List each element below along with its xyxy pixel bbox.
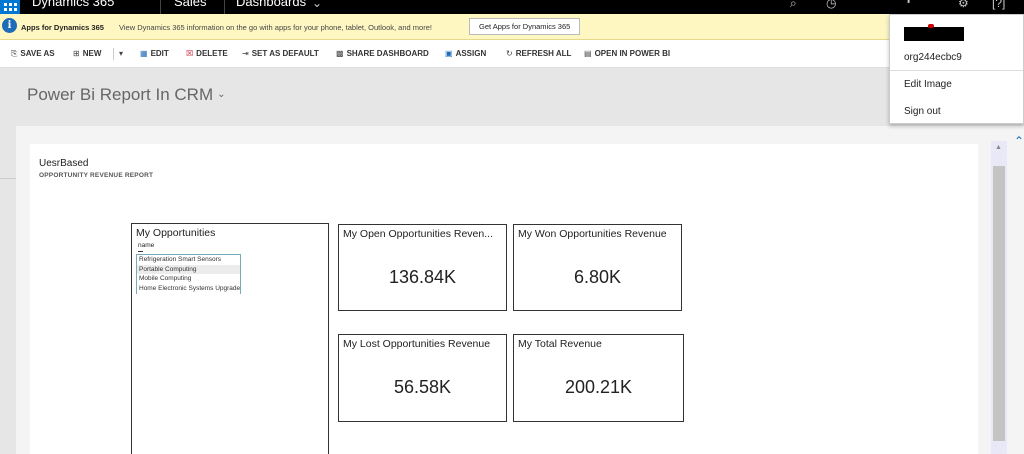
share-dashboard-button[interactable]: ▩ SHARE DASHBOARD: [336, 49, 429, 58]
chevron-down-icon: ▾: [119, 49, 124, 58]
divider: [0, 178, 16, 179]
card-value: 56.58K: [393, 377, 452, 397]
assign-icon: ▣: [445, 49, 453, 58]
save-as-label: SAVE AS: [20, 49, 55, 58]
chevron-up-icon[interactable]: ⌃: [1014, 134, 1024, 148]
set-default-button[interactable]: ⇥ SET AS DEFAULT: [242, 49, 319, 58]
area-name[interactable]: Dashboards: [236, 0, 306, 9]
nav-divider: [160, 0, 161, 14]
toolbar-divider: [113, 48, 114, 60]
assign-button[interactable]: ▣ ASSIGN: [445, 49, 486, 58]
new-label: NEW: [82, 49, 102, 58]
card-value: 6.80K: [573, 267, 622, 287]
card-value: 136.84K: [388, 267, 457, 287]
notification-title: Apps for Dynamics 365: [21, 23, 104, 32]
slicer-item[interactable]: Home Electronic Systems Upgrade: [137, 284, 240, 294]
slicer-item[interactable]: Portable Computing: [137, 264, 240, 274]
save-as-button[interactable]: ⎘ SAVE AS: [11, 49, 55, 59]
menu-divider: [890, 70, 1023, 71]
vertical-scrollbar[interactable]: ▲: [991, 141, 1007, 454]
user-menu: org244ecbc9 Edit Image Sign out: [889, 14, 1024, 124]
slicer-column-header: name: [138, 242, 155, 249]
open-powerbi-label: OPEN IN POWER BI: [594, 49, 671, 58]
save-as-icon: ⎘: [11, 49, 18, 58]
avatar: [928, 24, 934, 28]
chevron-down-icon[interactable]: ⌄: [312, 0, 322, 10]
new-icon: ⊞: [73, 49, 80, 58]
get-apps-button[interactable]: Get Apps for Dynamics 365: [469, 18, 581, 35]
new-button[interactable]: ⊞ NEW: [73, 49, 101, 58]
nav-divider: [224, 0, 225, 14]
refresh-all-button[interactable]: ↻ REFRESH ALL: [506, 49, 571, 58]
lost-revenue-card[interactable]: My Lost Opportunities Revenue 56.58K: [338, 334, 507, 422]
delete-icon: ☒: [186, 49, 194, 58]
info-icon: i: [2, 18, 17, 33]
edit-image-menu-item[interactable]: Edit Image: [904, 79, 952, 90]
pin-icon: ⇥: [242, 49, 249, 58]
scroll-up-icon[interactable]: ▲: [995, 144, 1002, 151]
card-title: My Total Revenue: [518, 338, 602, 350]
total-revenue-card[interactable]: My Total Revenue 200.21K: [513, 334, 684, 422]
share-label: SHARE DASHBOARD: [346, 49, 429, 58]
notification-message: View Dynamics 365 information on the go …: [119, 23, 432, 32]
chevron-down-icon: ⌄: [217, 89, 226, 100]
sort-indicator: [138, 251, 143, 252]
open-revenue-card[interactable]: My Open Opportunities Reven... 136.84K: [338, 224, 507, 311]
open-powerbi-button[interactable]: ▤ OPEN IN POWER BI: [584, 49, 670, 58]
module-name[interactable]: Sales: [174, 0, 207, 9]
assign-label: ASSIGN: [455, 49, 487, 58]
help-icon[interactable]: [?]: [992, 0, 1005, 10]
powerbi-icon: ▤: [584, 49, 592, 58]
slicer-title: My Opportunities: [136, 227, 216, 239]
slicer-item[interactable]: Mobile Computing: [137, 274, 240, 284]
dashboard-title: Power Bi Report In CRM: [27, 85, 214, 104]
slicer-list: Refrigeration Smart Sensors Portable Com…: [136, 254, 241, 294]
sign-out-menu-item[interactable]: Sign out: [904, 106, 941, 117]
won-revenue-card[interactable]: My Won Opportunities Revenue 6.80K: [513, 224, 682, 311]
delete-button[interactable]: ☒ DELETE: [186, 49, 228, 58]
delete-label: DELETE: [196, 49, 228, 58]
card-value: 200.21K: [564, 377, 633, 397]
top-nav-bar: Dynamics 365 Sales Dashboards ⌄ ⌕ ◷ ╹ ⚙ …: [0, 0, 1024, 14]
bulb-icon[interactable]: ╹: [905, 0, 912, 10]
organization-name: org244ecbc9: [904, 52, 962, 63]
new-dropdown-button[interactable]: ▾: [119, 49, 126, 58]
search-icon[interactable]: ⌕: [790, 0, 797, 11]
edit-icon: ▦: [140, 49, 148, 58]
share-icon: ▩: [336, 49, 344, 58]
dashboard-selector[interactable]: Power Bi Report In CRM ⌄: [27, 85, 226, 105]
refresh-label: REFRESH ALL: [515, 49, 572, 58]
card-title: My Lost Opportunities Revenue: [343, 338, 491, 350]
card-title: My Won Opportunities Revenue: [518, 228, 667, 240]
notification-bar: i Apps for Dynamics 365 View Dynamics 36…: [0, 14, 1024, 40]
command-bar: ⎘ SAVE AS ⊞ NEW ▾ ▦ EDIT ☒ DELETE ⇥ SET AS DE…: [0, 40, 1024, 68]
refresh-icon: ↻: [506, 49, 513, 58]
app-launcher-icon[interactable]: [0, 0, 20, 14]
app-name[interactable]: Dynamics 365: [32, 0, 114, 9]
slicer-item[interactable]: Refrigeration Smart Sensors: [137, 255, 240, 265]
scrollbar-thumb[interactable]: [993, 166, 1005, 441]
card-title: My Open Opportunities Reven...: [343, 228, 493, 240]
edit-label: EDIT: [150, 49, 169, 58]
history-icon[interactable]: ◷: [826, 0, 836, 10]
gear-icon[interactable]: ⚙: [958, 0, 969, 10]
report-title: UesrBased: [39, 158, 89, 169]
set-default-label: SET AS DEFAULT: [251, 49, 319, 58]
edit-button[interactable]: ▦ EDIT: [140, 49, 169, 58]
report-subtitle: OPPORTUNITY REVENUE REPORT: [39, 172, 154, 179]
redacted-username: [904, 27, 964, 41]
